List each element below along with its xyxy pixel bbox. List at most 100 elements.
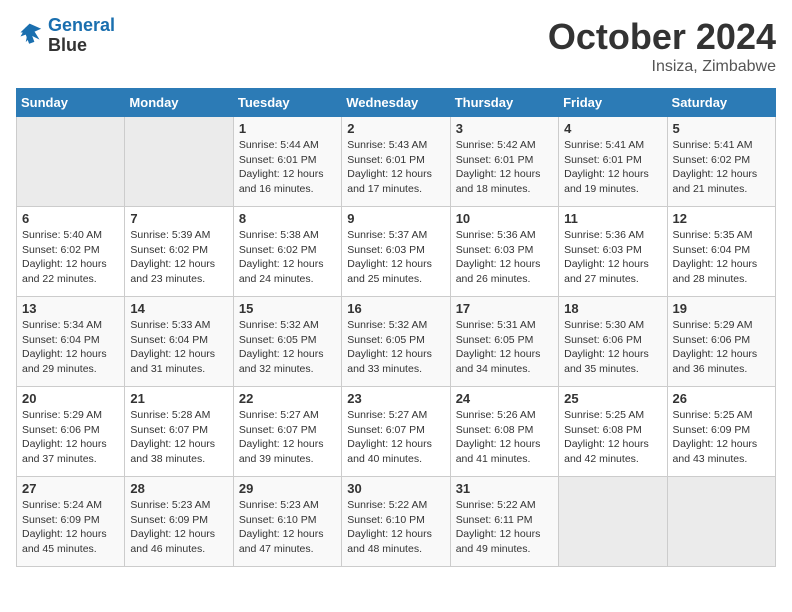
day-number: 23 — [347, 391, 444, 406]
location-subtitle: Insiza, Zimbabwe — [548, 58, 776, 76]
day-cell: 15 Sunrise: 5:32 AMSunset: 6:05 PMDayligh… — [233, 297, 341, 387]
day-number: 7 — [130, 211, 227, 226]
day-number: 30 — [347, 481, 444, 496]
day-cell: 11Sunrise: 5:36 AMSunset: 6:03 PMDayligh… — [559, 207, 667, 297]
day-info: Sunrise: 5:27 AMSunset: 6:07 PMDaylight:… — [347, 408, 444, 467]
logo: General Blue — [16, 16, 115, 56]
day-number: 14 — [130, 301, 227, 316]
calendar-table: SundayMondayTuesdayWednesdayThursdayFrid… — [16, 88, 776, 567]
day-cell: 4 Sunrise: 5:41 AMSunset: 6:01 PMDaylight… — [559, 117, 667, 207]
day-info: Sunrise: 5:37 AMSunset: 6:03 PMDaylight:… — [347, 228, 444, 287]
day-cell: 12Sunrise: 5:35 AMSunset: 6:04 PMDayligh… — [667, 207, 775, 297]
day-number: 29 — [239, 481, 336, 496]
day-cell: 26 Sunrise: 5:25 AMSunset: 6:09 PMDayligh… — [667, 387, 775, 477]
day-number: 28 — [130, 481, 227, 496]
day-cell: 22Sunrise: 5:27 AMSunset: 6:07 PMDayligh… — [233, 387, 341, 477]
day-info: Sunrise: 5:44 AMSunset: 6:01 PMDaylight:… — [239, 138, 336, 197]
day-number: 21 — [130, 391, 227, 406]
day-info: Sunrise: 5:38 AMSunset: 6:02 PMDaylight:… — [239, 228, 336, 287]
day-info: Sunrise: 5:22 AMSunset: 6:11 PMDaylight:… — [456, 498, 553, 557]
day-cell: 25 Sunrise: 5:25 AMSunset: 6:08 PMDayligh… — [559, 387, 667, 477]
week-row-5: 27 Sunrise: 5:24 AMSunset: 6:09 PMDayligh… — [17, 477, 776, 567]
day-info: Sunrise: 5:32 AMSunset: 6:05 PMDaylight:… — [347, 318, 444, 377]
day-number: 17 — [456, 301, 553, 316]
day-info: Sunrise: 5:41 AMSunset: 6:02 PMDaylight:… — [673, 138, 770, 197]
day-number: 6 — [22, 211, 119, 226]
week-row-3: 13Sunrise: 5:34 AMSunset: 6:04 PMDayligh… — [17, 297, 776, 387]
day-info: Sunrise: 5:32 AMSunset: 6:05 PMDaylight:… — [239, 318, 336, 377]
day-cell: 16 Sunrise: 5:32 AMSunset: 6:05 PMDayligh… — [342, 297, 450, 387]
page-header: General Blue October 2024 Insiza, Zimbab… — [16, 16, 776, 76]
day-info: Sunrise: 5:24 AMSunset: 6:09 PMDaylight:… — [22, 498, 119, 557]
day-cell: 18Sunrise: 5:30 AMSunset: 6:06 PMDayligh… — [559, 297, 667, 387]
day-info: Sunrise: 5:25 AMSunset: 6:08 PMDaylight:… — [564, 408, 661, 467]
logo-text: General Blue — [48, 16, 115, 56]
day-number: 4 — [564, 121, 661, 136]
day-number: 1 — [239, 121, 336, 136]
day-info: Sunrise: 5:40 AMSunset: 6:02 PMDaylight:… — [22, 228, 119, 287]
week-row-2: 6 Sunrise: 5:40 AMSunset: 6:02 PMDaylight… — [17, 207, 776, 297]
day-number: 26 — [673, 391, 770, 406]
day-number: 8 — [239, 211, 336, 226]
day-info: Sunrise: 5:28 AMSunset: 6:07 PMDaylight:… — [130, 408, 227, 467]
day-info: Sunrise: 5:36 AMSunset: 6:03 PMDaylight:… — [564, 228, 661, 287]
day-info: Sunrise: 5:31 AMSunset: 6:05 PMDaylight:… — [456, 318, 553, 377]
day-number: 25 — [564, 391, 661, 406]
day-cell: 23 Sunrise: 5:27 AMSunset: 6:07 PMDayligh… — [342, 387, 450, 477]
day-info: Sunrise: 5:25 AMSunset: 6:09 PMDaylight:… — [673, 408, 770, 467]
month-title: October 2024 — [548, 16, 776, 58]
day-info: Sunrise: 5:23 AMSunset: 6:09 PMDaylight:… — [130, 498, 227, 557]
header-row: SundayMondayTuesdayWednesdayThursdayFrid… — [17, 89, 776, 117]
title-block: October 2024 Insiza, Zimbabwe — [548, 16, 776, 76]
day-cell — [559, 477, 667, 567]
day-cell: 19Sunrise: 5:29 AMSunset: 6:06 PMDayligh… — [667, 297, 775, 387]
day-number: 9 — [347, 211, 444, 226]
col-header-monday: Monday — [125, 89, 233, 117]
day-info: Sunrise: 5:33 AMSunset: 6:04 PMDaylight:… — [130, 318, 227, 377]
day-number: 10 — [456, 211, 553, 226]
day-number: 12 — [673, 211, 770, 226]
day-info: Sunrise: 5:22 AMSunset: 6:10 PMDaylight:… — [347, 498, 444, 557]
day-cell: 13Sunrise: 5:34 AMSunset: 6:04 PMDayligh… — [17, 297, 125, 387]
day-cell: 20 Sunrise: 5:29 AMSunset: 6:06 PMDayligh… — [17, 387, 125, 477]
day-info: Sunrise: 5:26 AMSunset: 6:08 PMDaylight:… — [456, 408, 553, 467]
day-info: Sunrise: 5:29 AMSunset: 6:06 PMDaylight:… — [22, 408, 119, 467]
day-number: 13 — [22, 301, 119, 316]
day-info: Sunrise: 5:27 AMSunset: 6:07 PMDaylight:… — [239, 408, 336, 467]
col-header-tuesday: Tuesday — [233, 89, 341, 117]
day-cell: 5 Sunrise: 5:41 AMSunset: 6:02 PMDaylight… — [667, 117, 775, 207]
day-number: 15 — [239, 301, 336, 316]
day-cell: 27 Sunrise: 5:24 AMSunset: 6:09 PMDayligh… — [17, 477, 125, 567]
day-cell: 17 Sunrise: 5:31 AMSunset: 6:05 PMDayligh… — [450, 297, 558, 387]
day-cell — [17, 117, 125, 207]
day-number: 20 — [22, 391, 119, 406]
day-number: 3 — [456, 121, 553, 136]
day-info: Sunrise: 5:42 AMSunset: 6:01 PMDaylight:… — [456, 138, 553, 197]
day-cell: 30 Sunrise: 5:22 AMSunset: 6:10 PMDayligh… — [342, 477, 450, 567]
day-info: Sunrise: 5:43 AMSunset: 6:01 PMDaylight:… — [347, 138, 444, 197]
day-cell: 7 Sunrise: 5:39 AMSunset: 6:02 PMDaylight… — [125, 207, 233, 297]
day-cell — [667, 477, 775, 567]
day-number: 27 — [22, 481, 119, 496]
day-info: Sunrise: 5:23 AMSunset: 6:10 PMDaylight:… — [239, 498, 336, 557]
day-info: Sunrise: 5:39 AMSunset: 6:02 PMDaylight:… — [130, 228, 227, 287]
day-cell: 31 Sunrise: 5:22 AMSunset: 6:11 PMDayligh… — [450, 477, 558, 567]
day-number: 16 — [347, 301, 444, 316]
day-cell: 6 Sunrise: 5:40 AMSunset: 6:02 PMDaylight… — [17, 207, 125, 297]
day-cell: 10 Sunrise: 5:36 AMSunset: 6:03 PMDayligh… — [450, 207, 558, 297]
col-header-thursday: Thursday — [450, 89, 558, 117]
day-number: 19 — [673, 301, 770, 316]
week-row-1: 1 Sunrise: 5:44 AMSunset: 6:01 PMDaylight… — [17, 117, 776, 207]
col-header-saturday: Saturday — [667, 89, 775, 117]
col-header-friday: Friday — [559, 89, 667, 117]
col-header-sunday: Sunday — [17, 89, 125, 117]
day-number: 31 — [456, 481, 553, 496]
col-header-wednesday: Wednesday — [342, 89, 450, 117]
day-info: Sunrise: 5:41 AMSunset: 6:01 PMDaylight:… — [564, 138, 661, 197]
day-number: 2 — [347, 121, 444, 136]
day-cell: 29 Sunrise: 5:23 AMSunset: 6:10 PMDayligh… — [233, 477, 341, 567]
day-info: Sunrise: 5:36 AMSunset: 6:03 PMDaylight:… — [456, 228, 553, 287]
day-number: 24 — [456, 391, 553, 406]
day-number: 5 — [673, 121, 770, 136]
day-cell: 2 Sunrise: 5:43 AMSunset: 6:01 PMDaylight… — [342, 117, 450, 207]
